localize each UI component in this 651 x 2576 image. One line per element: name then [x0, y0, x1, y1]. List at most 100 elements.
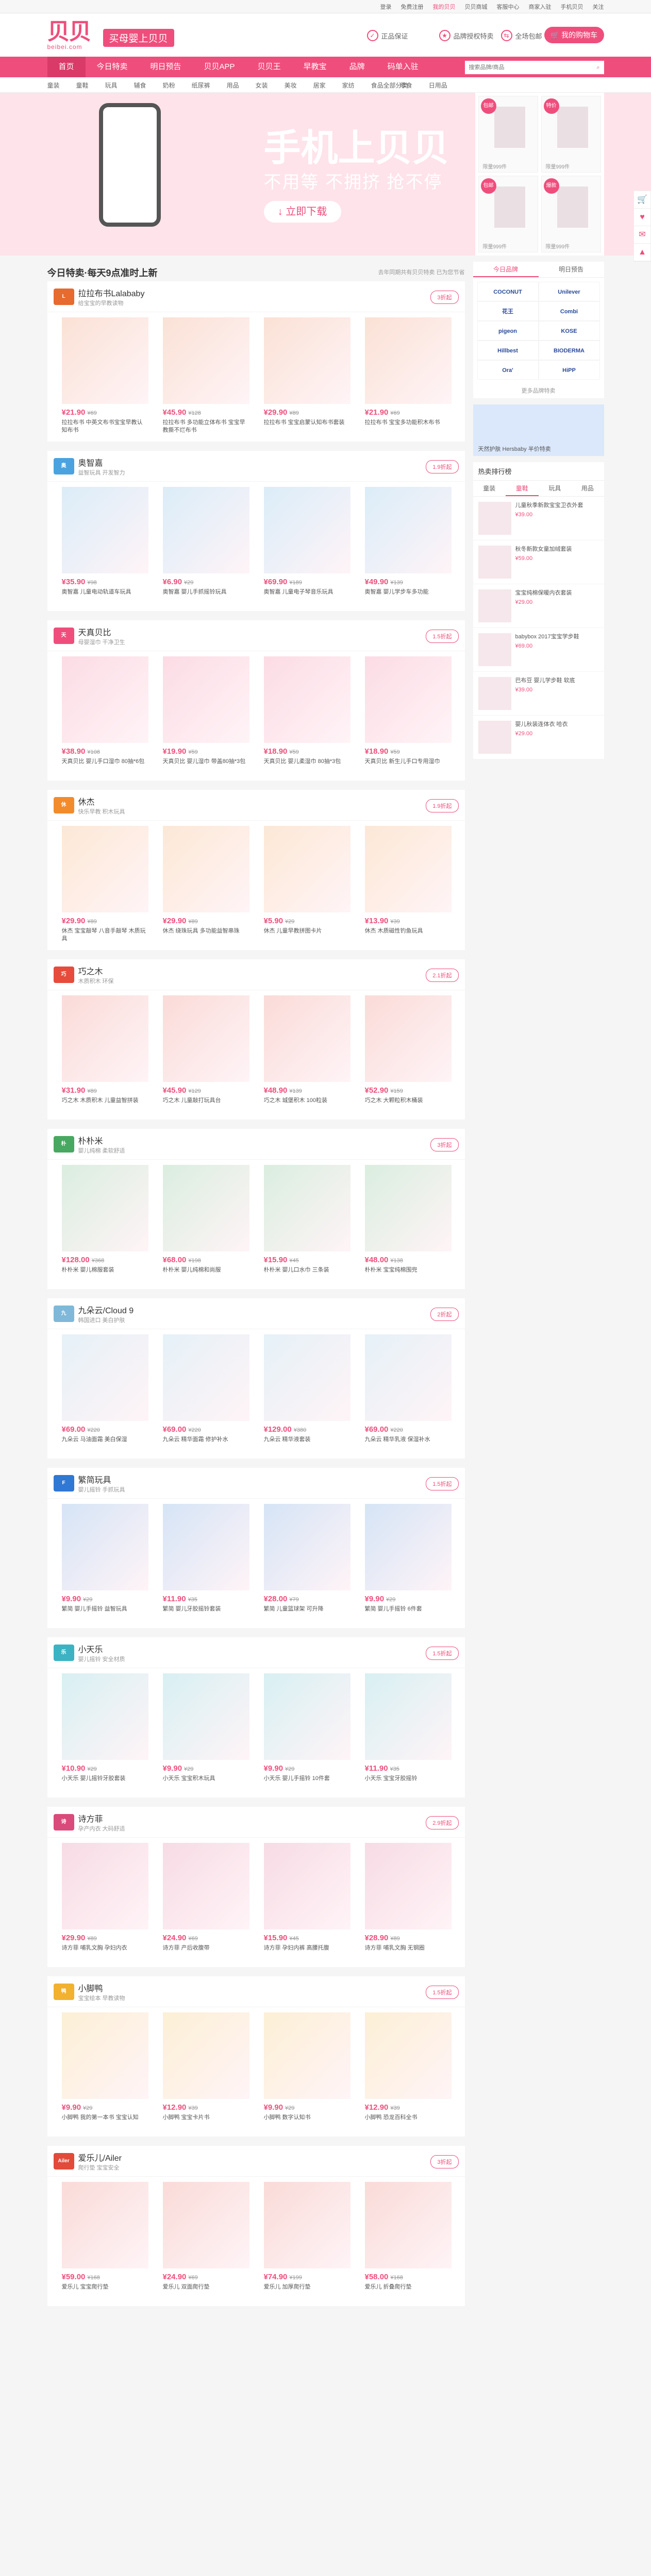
product-title[interactable]: 休杰 木质磁性钓鱼玩具 [365, 927, 452, 943]
product-title[interactable]: 繁简 婴儿牙胶摇铃套装 [163, 1605, 249, 1621]
message-icon[interactable]: ✉ [634, 226, 650, 244]
topbar-link[interactable]: 客服中心 [497, 3, 520, 11]
product-title[interactable]: 朴朴米 婴儿口水巾 三条装 [264, 1266, 350, 1282]
nav-item[interactable]: 品牌 [338, 57, 376, 77]
product-image[interactable] [162, 1504, 249, 1590]
product-card[interactable]: ¥11.90 ¥35 繁简 婴儿牙胶摇铃套装 [156, 1504, 257, 1621]
brand-discount-button[interactable]: 2折起 [430, 1308, 459, 1321]
product-title[interactable]: 爱乐儿 加厚爬行垫 [264, 2283, 350, 2299]
brand-logo[interactable]: 休 [53, 797, 74, 814]
product-card[interactable]: ¥35.90 ¥98 奥智嘉 儿童电动轨道车玩具 [55, 487, 156, 604]
brand-name[interactable]: 繁简玩具 [78, 1473, 111, 1485]
product-image[interactable] [162, 317, 249, 404]
product-title[interactable]: 九朵云 精华液套装 [264, 1436, 350, 1451]
product-title[interactable]: 九朵云 马油面霜 美白保湿 [62, 1436, 148, 1451]
rank-item[interactable]: 巴布豆 婴儿学步鞋 软底 ¥39.00 [473, 672, 604, 716]
product-card[interactable]: ¥29.90 ¥89 休杰 宝宝敲琴 八音手敲琴 木质玩具 [55, 826, 156, 943]
category-link[interactable]: 居家 [313, 81, 326, 90]
brand-name[interactable]: 诗方菲 [78, 1812, 103, 1824]
product-image[interactable] [263, 1843, 350, 1929]
product-title[interactable]: 九朵云 精华乳液 保湿补水 [365, 1436, 452, 1451]
product-title[interactable]: 小天乐 婴儿摇铃牙胶套装 [62, 1775, 148, 1790]
nav-item[interactable]: 首页 [47, 57, 86, 77]
product-image[interactable] [162, 2182, 249, 2268]
product-title[interactable]: 诗方菲 孕妇内裤 高腰托腹 [264, 1944, 350, 1960]
product-title[interactable]: 奥智嘉 儿童电子琴音乐玩具 [264, 588, 350, 604]
nav-item[interactable]: 贝贝王 [246, 57, 292, 77]
category-link[interactable]: 食品 [371, 81, 383, 90]
product-card[interactable]: ¥52.90 ¥159 巧之木 大颗粒积木桶装 [358, 995, 459, 1112]
brand-logo-cell[interactable]: HiPP [538, 360, 600, 380]
nav-item[interactable]: 今日特卖 [86, 57, 139, 77]
product-card[interactable]: ¥11.90 ¥35 小天乐 宝宝牙胶摇铃 [358, 1673, 459, 1790]
category-link[interactable]: 纸尿裤 [192, 81, 210, 90]
product-card[interactable]: ¥19.90 ¥59 天真贝比 婴儿湿巾 带盖80抽*3包 [156, 656, 257, 773]
product-title[interactable]: 奥智嘉 婴儿学步车多功能 [365, 588, 452, 604]
product-image[interactable] [364, 1843, 452, 1929]
brand-name[interactable]: 奥智嘉 [78, 456, 103, 468]
product-card[interactable]: ¥9.90 ¥29 小脚鸭 数字认知书 [257, 2012, 358, 2129]
product-image[interactable] [162, 1673, 249, 1760]
nav-item[interactable]: 早教宝 [292, 57, 338, 77]
product-image[interactable] [61, 2182, 148, 2268]
product-card[interactable]: ¥45.90 ¥129 巧之木 儿童敲打玩具台 [156, 995, 257, 1112]
product-title[interactable]: 诗方菲 哺乳文胸 无钢圈 [365, 1944, 452, 1960]
product-title[interactable]: 巧之木 大颗粒积木桶装 [365, 1097, 452, 1112]
product-image[interactable] [263, 1334, 350, 1421]
product-card[interactable]: ¥15.90 ¥45 诗方菲 孕妇内裤 高腰托腹 [257, 1843, 358, 1960]
product-title[interactable]: 诗方菲 哺乳文胸 孕妇内衣 [62, 1944, 148, 1960]
brand-name[interactable]: 爱乐儿/Ailer [78, 2151, 122, 2163]
rank-item[interactable]: 儿童秋季新款宝宝卫衣外套 ¥39.00 [473, 497, 604, 540]
product-image[interactable] [364, 1334, 452, 1421]
product-card[interactable]: ¥48.90 ¥139 巧之木 城堡积木 100粒装 [257, 995, 358, 1112]
product-image[interactable] [263, 1673, 350, 1760]
product-image[interactable] [162, 487, 249, 573]
product-title[interactable]: 休杰 儿童早教拼图卡片 [264, 927, 350, 943]
more-brands-link[interactable]: 更多品牌特卖 [473, 384, 604, 398]
product-title[interactable]: 朴朴米 婴儿棉服套装 [62, 1266, 148, 1282]
product-image[interactable] [263, 826, 350, 912]
brand-name[interactable]: 休杰 [78, 795, 95, 807]
rank-tab[interactable]: 玩具 [539, 481, 572, 496]
product-title[interactable]: 天真贝比 婴儿柔湿巾 80抽*3包 [264, 758, 350, 773]
category-link[interactable]: 童装 [47, 81, 60, 90]
brand-logo[interactable]: 乐 [53, 1645, 74, 1661]
category-link[interactable]: 童鞋 [76, 81, 89, 90]
product-image[interactable] [61, 2012, 148, 2099]
category-link[interactable]: 用品 [227, 81, 239, 90]
product-title[interactable]: 诗方菲 产后收腹带 [163, 1944, 249, 1960]
product-title[interactable]: 拉拉布书 中英文布书宝宝早教认知布书 [62, 419, 148, 434]
product-card[interactable]: ¥68.00 ¥198 朴朴米 婴儿纯棉和尚服 [156, 1165, 257, 1282]
product-image[interactable] [364, 1165, 452, 1251]
product-card[interactable]: ¥29.90 ¥89 休杰 绕珠玩具 多功能益智串珠 [156, 826, 257, 943]
product-image[interactable] [61, 487, 148, 573]
product-card[interactable]: ¥21.90 ¥69 拉拉布书 宝宝多功能积木布书 [358, 317, 459, 434]
search-icon[interactable]: ⌕ [596, 64, 599, 71]
product-card[interactable]: ¥9.90 ¥29 繁简 婴儿手摇铃 益智玩具 [55, 1504, 156, 1621]
product-card[interactable]: ¥129.00 ¥380 九朵云 精华液套装 [257, 1334, 358, 1451]
topbar-link[interactable]: 登录 [380, 3, 392, 11]
product-title[interactable]: 休杰 绕珠玩具 多功能益智串珠 [163, 927, 249, 943]
rank-tab[interactable]: 用品 [571, 481, 604, 496]
brand-logo-cell[interactable]: pigeon [477, 321, 539, 341]
product-card[interactable]: ¥24.90 ¥69 爱乐儿 双面爬行垫 [156, 2182, 257, 2299]
product-title[interactable]: 奥智嘉 婴儿手抓摇铃玩具 [163, 588, 249, 604]
product-image[interactable] [162, 995, 249, 1082]
product-image[interactable] [364, 2012, 452, 2099]
product-image[interactable] [263, 317, 350, 404]
product-title[interactable]: 九朵云 精华面霜 修护补水 [163, 1436, 249, 1451]
download-button[interactable]: ↓ 立即下载 [263, 201, 341, 223]
product-title[interactable]: 天真贝比 新生儿手口专用湿巾 [365, 758, 452, 773]
product-card[interactable]: ¥15.90 ¥45 朴朴米 婴儿口水巾 三条装 [257, 1165, 358, 1282]
nav-item[interactable]: 贝贝APP [193, 57, 246, 77]
brand-logo[interactable]: 朴 [53, 1136, 74, 1153]
product-title[interactable]: 小脚鸭 数字认知书 [264, 2114, 350, 2129]
product-image[interactable] [364, 2182, 452, 2268]
product-image[interactable] [364, 487, 452, 573]
product-image[interactable] [364, 656, 452, 743]
search-input[interactable] [469, 64, 597, 71]
brand-discount-button[interactable]: 2.1折起 [426, 969, 459, 982]
product-image[interactable] [61, 826, 148, 912]
product-card[interactable]: ¥69.90 ¥189 奥智嘉 儿童电子琴音乐玩具 [257, 487, 358, 604]
top-icon[interactable]: ▲ [634, 244, 650, 261]
